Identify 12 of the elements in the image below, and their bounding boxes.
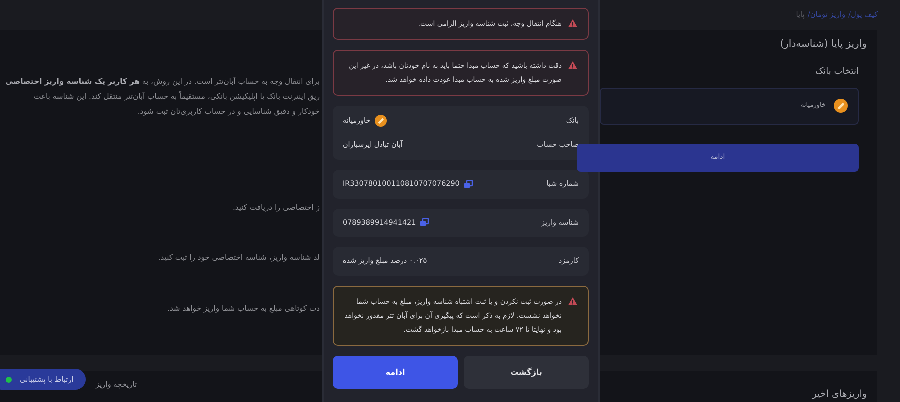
warning-icon [568, 297, 578, 306]
section-title: واریزهای اخیر [811, 388, 868, 402]
warning-icon [568, 19, 578, 28]
bank-logo-icon [374, 115, 387, 127]
bank-logo-icon [834, 99, 848, 113]
copy-icon[interactable] [420, 218, 430, 228]
card-title: واریز پایا (شناسه‌دار) [779, 38, 868, 52]
copy-icon[interactable] [464, 180, 473, 189]
continue-button[interactable]: ادامه [333, 356, 458, 390]
section-title: انتخاب بانک [814, 66, 860, 79]
back-button[interactable]: بازگشت [464, 356, 589, 390]
warning-icon [568, 61, 578, 70]
